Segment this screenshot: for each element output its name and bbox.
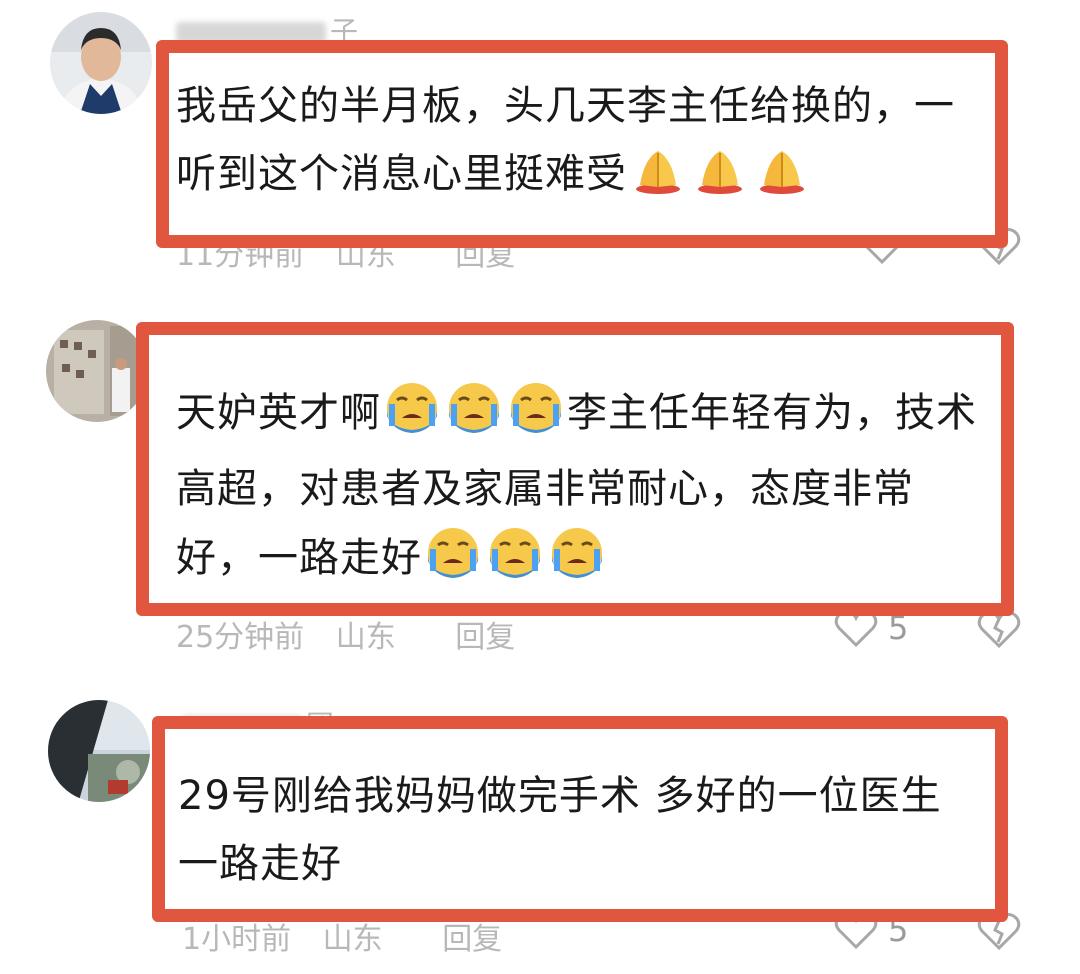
comment-text: 天妒英才啊 李主任年轻有为，技术 高超，对患者及家属非常耐心，态度非常 好，一路走… xyxy=(176,378,977,600)
comment-meta: 25分钟前 山东 回复 xyxy=(176,612,537,656)
crying-face-emoji xyxy=(423,523,483,600)
avatar[interactable] xyxy=(50,12,152,114)
reply-button[interactable]: 回复 xyxy=(442,922,502,957)
avatar[interactable] xyxy=(48,700,150,802)
pray-emoji xyxy=(628,147,688,216)
comment-text: 我岳父的半月板，头几天李主任给换的，一 听到这个消息心里挺难受 xyxy=(176,72,955,216)
location: 山东 xyxy=(322,922,383,957)
crying-face-emoji xyxy=(382,378,442,455)
location: 山东 xyxy=(335,620,396,655)
crying-face-emoji xyxy=(547,523,607,600)
crying-face-emoji xyxy=(444,378,504,455)
comment-text: 29号刚给我妈妈做完手术 多好的一位医生 一路走好 xyxy=(178,773,942,887)
timestamp: 1小时前 xyxy=(182,922,292,957)
reply-button[interactable]: 回复 xyxy=(455,620,515,655)
pray-emoji xyxy=(690,147,750,216)
timestamp: 25分钟前 xyxy=(176,620,305,655)
avatar[interactable] xyxy=(46,320,148,422)
pray-emoji xyxy=(752,147,812,216)
crying-face-emoji xyxy=(485,523,545,600)
crying-face-emoji xyxy=(506,378,566,455)
